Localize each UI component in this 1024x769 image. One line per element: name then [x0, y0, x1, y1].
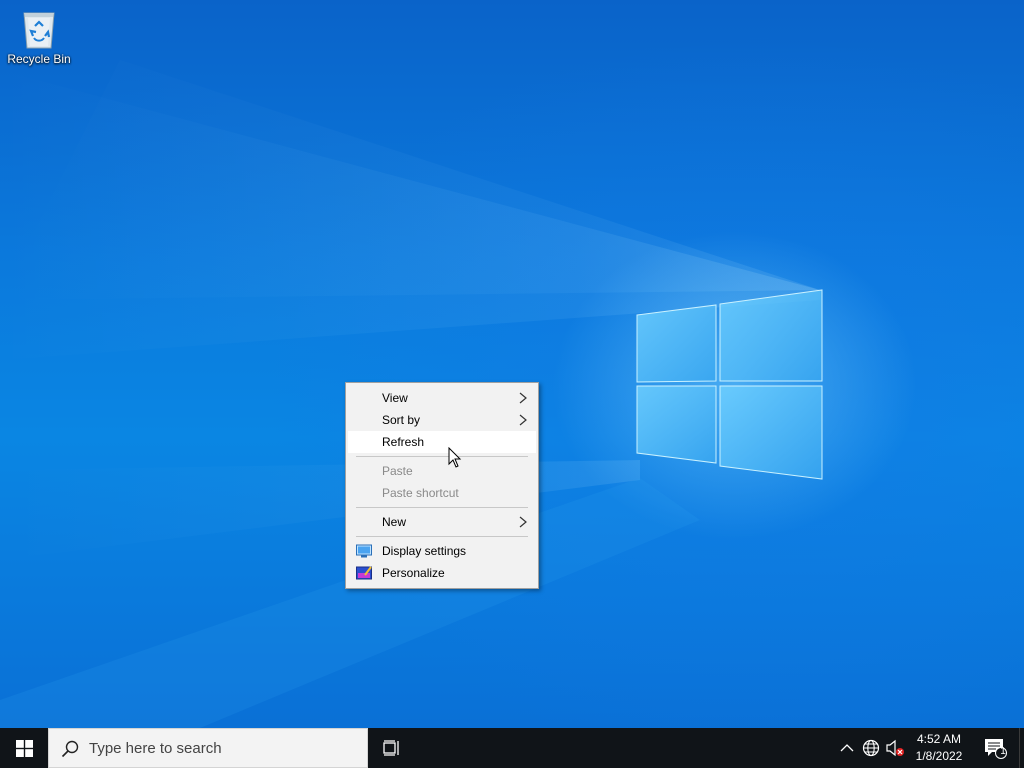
chevron-right-icon [519, 414, 527, 426]
menu-item-label: Display settings [382, 544, 467, 558]
personalize-icon [356, 566, 372, 580]
volume-muted-icon [886, 739, 904, 757]
show-hidden-icons-button[interactable] [838, 728, 856, 768]
desktop[interactable]: Recycle Bin View Sort by Refresh Paste P… [0, 0, 1024, 728]
action-center-button[interactable]: 1 [976, 728, 1016, 768]
menu-separator [356, 456, 528, 457]
menu-item-new[interactable]: New [348, 511, 536, 533]
menu-separator [356, 536, 528, 537]
wallpaper-art [0, 60, 823, 728]
menu-item-view[interactable]: View [348, 387, 536, 409]
display-icon [356, 544, 372, 558]
menu-item-paste[interactable]: Paste [348, 460, 536, 482]
menu-item-label: Sort by [382, 413, 421, 427]
desktop-icon-recycle-bin[interactable]: Recycle Bin [4, 6, 74, 66]
recycle-bin-icon [19, 6, 59, 50]
menu-item-label: Refresh [382, 435, 425, 449]
chevron-right-icon [519, 516, 527, 528]
menu-separator [356, 507, 528, 508]
menu-item-label: View [382, 391, 408, 405]
menu-item-label: Paste shortcut [382, 486, 459, 500]
menu-item-display-settings[interactable]: Display settings [348, 540, 536, 562]
search-placeholder: Type here to search [89, 740, 222, 757]
menu-item-personalize[interactable]: Personalize [348, 562, 536, 584]
windows-logo-icon [16, 740, 33, 757]
taskbar-search-box[interactable]: Type here to search [48, 728, 368, 768]
notification-count-badge: 1 [1000, 746, 1006, 757]
desktop-icon-label: Recycle Bin [7, 52, 71, 66]
chevron-up-icon [840, 744, 854, 752]
network-button[interactable] [860, 728, 882, 768]
clock-date: 1/8/2022 [915, 749, 963, 763]
menu-item-label: New [382, 515, 407, 529]
search-icon [61, 740, 79, 758]
menu-item-label: Paste [382, 464, 413, 478]
start-button[interactable] [0, 728, 48, 768]
menu-item-label: Personalize [382, 566, 445, 580]
taskbar-clock[interactable]: 4:52 AM 1/8/2022 [908, 731, 970, 765]
task-view-button[interactable] [370, 728, 414, 768]
volume-button[interactable] [884, 728, 906, 768]
menu-item-sort-by[interactable]: Sort by [348, 409, 536, 431]
show-desktop-button[interactable] [1019, 728, 1024, 768]
menu-item-refresh[interactable]: Refresh [348, 431, 536, 453]
menu-item-paste-shortcut[interactable]: Paste shortcut [348, 482, 536, 504]
network-globe-icon [862, 739, 880, 757]
task-view-icon [383, 740, 399, 756]
chevron-right-icon [519, 392, 527, 404]
clock-time: 4:52 AM [916, 732, 962, 746]
desktop-context-menu: View Sort by Refresh Paste Paste shortcu… [345, 382, 539, 589]
taskbar: Type here to search 4:52 AM 1/8/2022 1 [0, 728, 1024, 768]
